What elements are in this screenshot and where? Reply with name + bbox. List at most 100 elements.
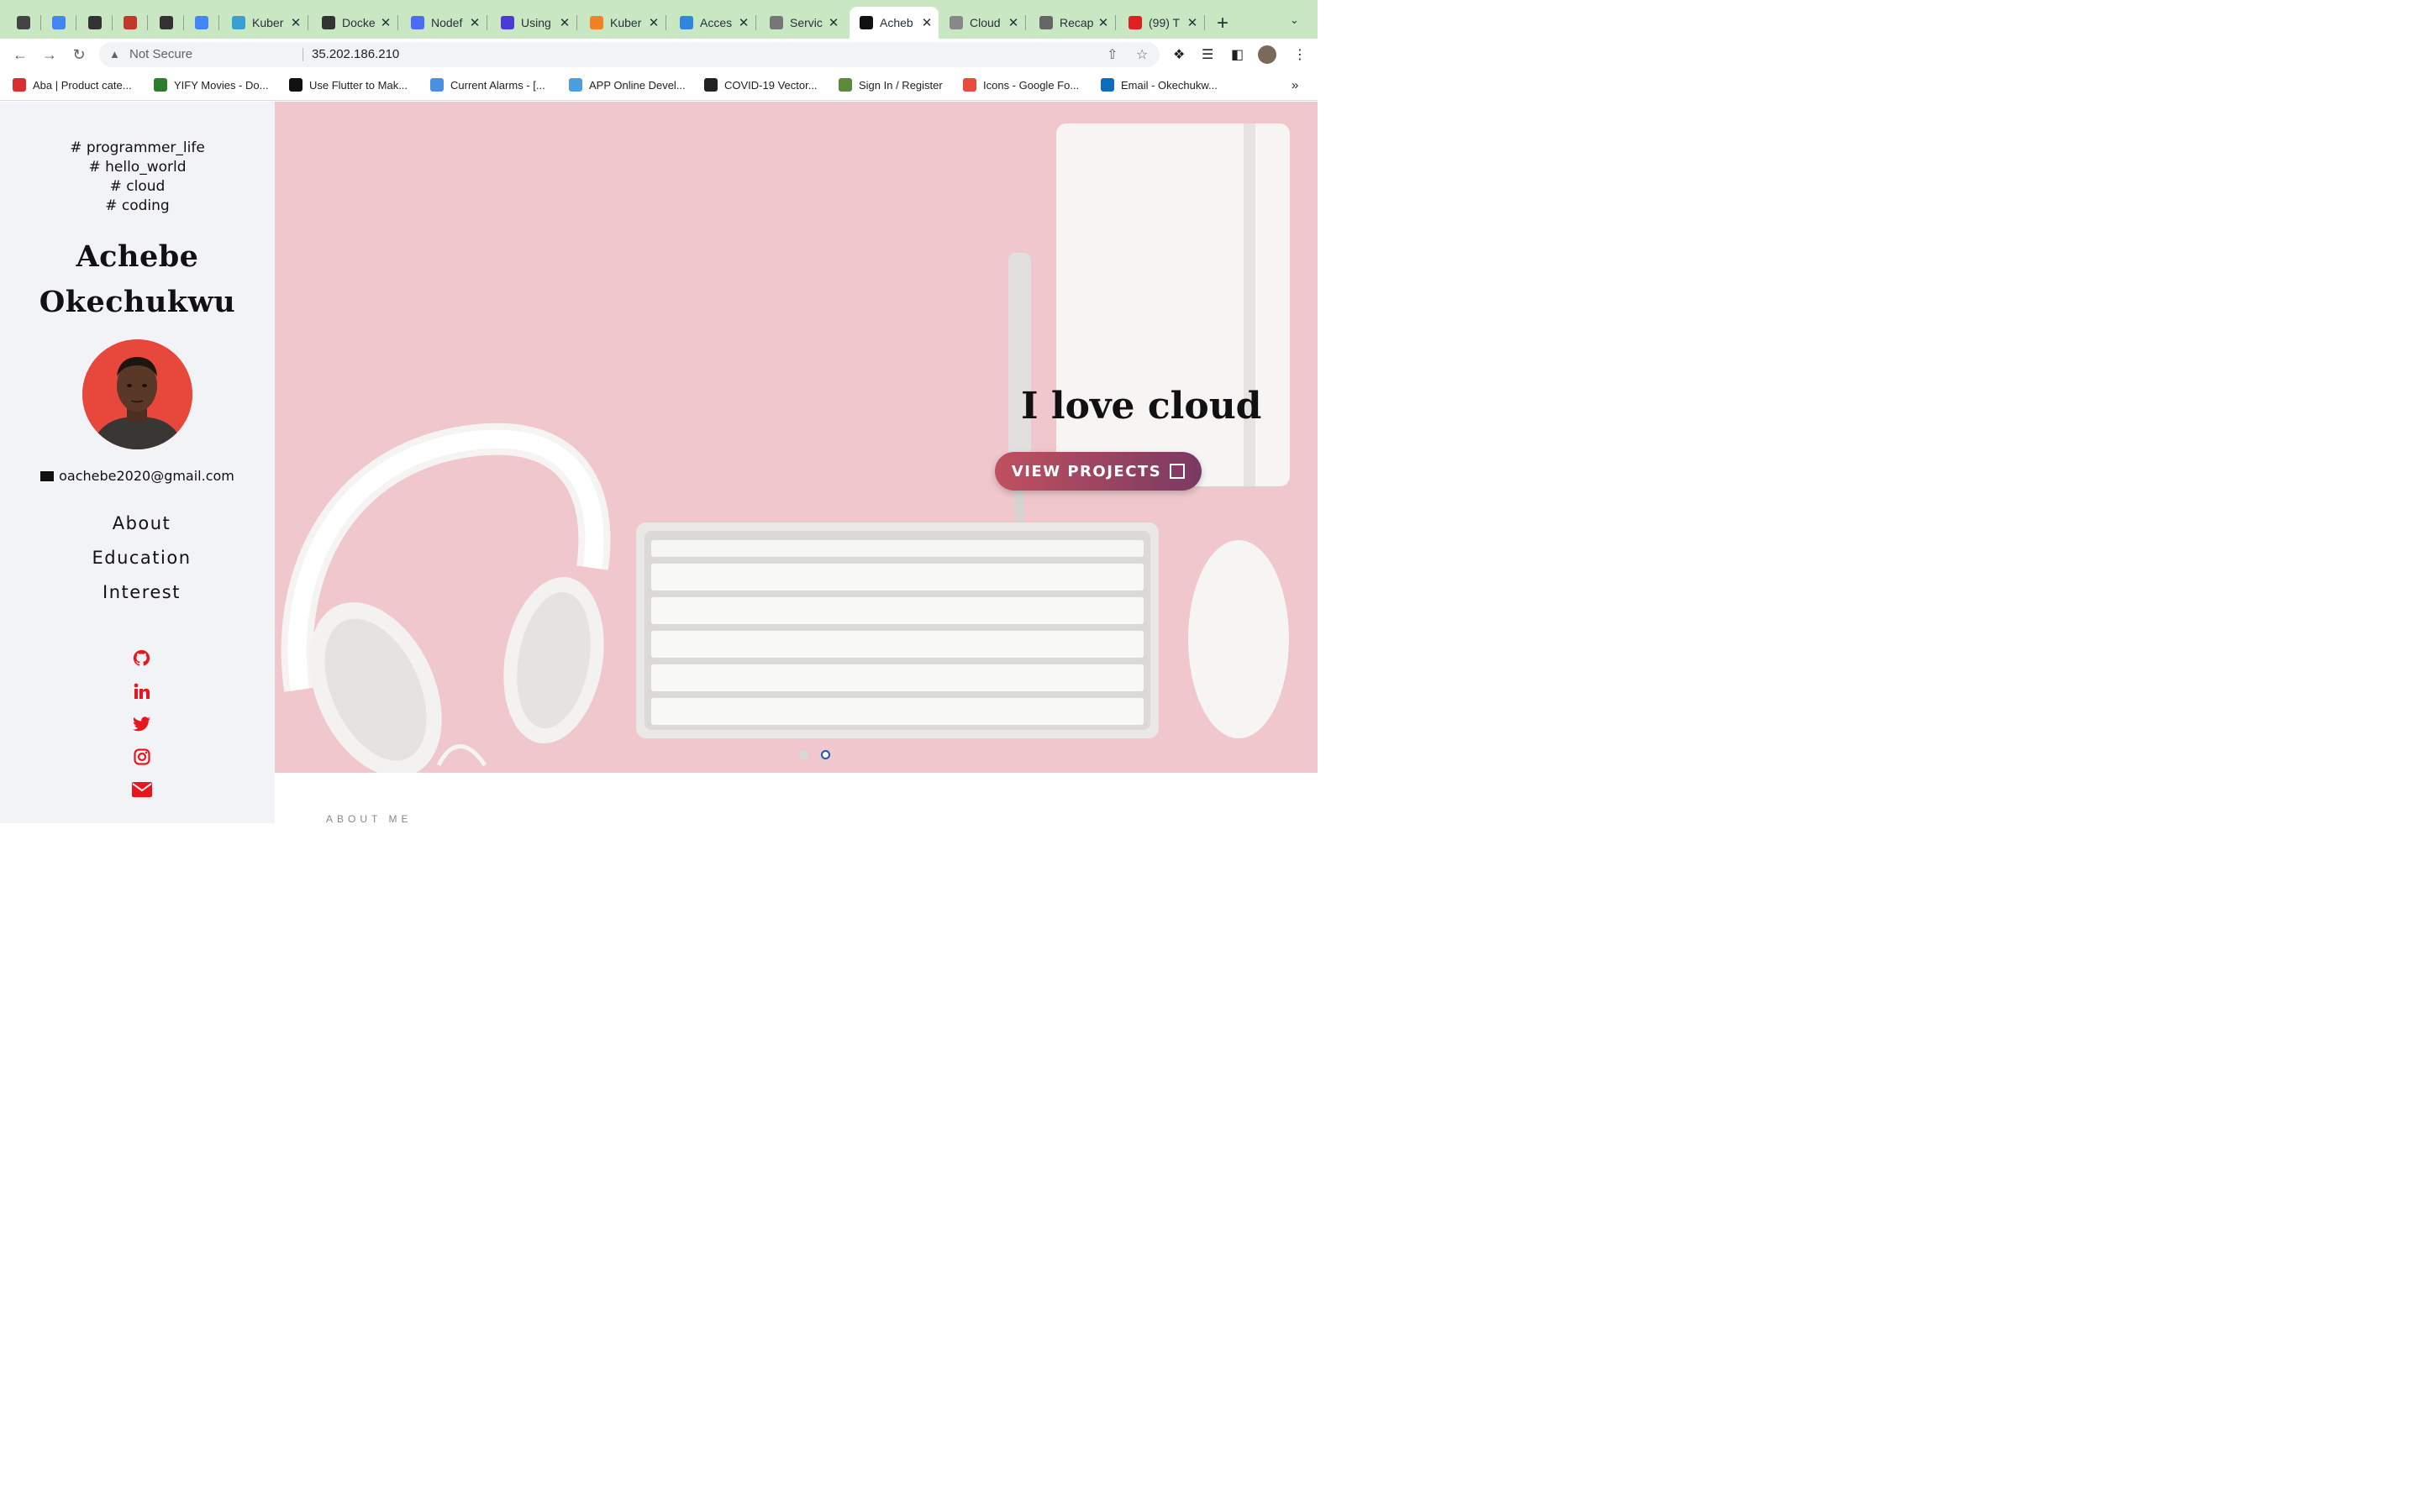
bookmark-star-icon[interactable]: ☆ — [1136, 46, 1148, 63]
tab-close-icon[interactable]: ✕ — [1097, 15, 1110, 30]
tab-close-icon[interactable]: ✕ — [827, 15, 840, 30]
bookmark-item[interactable]: Icons - Google Fo... — [963, 78, 1079, 92]
name-last: Okechukwu — [39, 285, 236, 319]
browser-tab[interactable]: Servic ✕ — [760, 7, 845, 39]
tab-close-icon[interactable]: ✕ — [379, 15, 392, 30]
twitter-icon[interactable] — [133, 715, 150, 732]
media-control-icon[interactable]: ☰ — [1202, 46, 1213, 63]
instagram-icon[interactable] — [133, 748, 150, 765]
tab-search-icon[interactable]: ⌄ — [1290, 13, 1299, 27]
about-section-label: ABOUT ME — [326, 813, 413, 825]
bookmark-favicon-icon — [154, 78, 167, 92]
bookmark-item[interactable]: Aba | Product cate... — [13, 78, 132, 92]
tab-separator — [218, 15, 219, 30]
address-bar[interactable]: ▲ Not Secure 35.202.186.210 ⇧ ☆ — [99, 42, 1160, 67]
linkedin-icon[interactable] — [133, 682, 150, 700]
tab-strip: Kuber ✕ Docke ✕ Nodef ✕ Using ✕ Kuber ✕ Acces ✕ Serv… — [0, 0, 1318, 39]
browser-tab[interactable] — [151, 7, 184, 39]
tab-separator — [183, 15, 184, 30]
bookmark-item[interactable]: Current Alarms - [... — [430, 78, 545, 92]
bookmarks-bar: Aba | Product cate... YIFY Movies - Do...… — [0, 71, 1318, 101]
tab-favicon-icon — [52, 16, 66, 29]
nav-education[interactable]: Education — [0, 545, 283, 580]
browser-tab[interactable]: Kuber ✕ — [222, 7, 308, 39]
tab-favicon-icon — [590, 16, 603, 29]
bookmarks-overflow-icon[interactable]: » — [1292, 78, 1298, 92]
url-text[interactable]: 35.202.186.210 — [312, 47, 399, 61]
contact-email[interactable]: oachebe2020@gmail.com — [0, 468, 275, 484]
tab-separator — [147, 15, 148, 30]
hashtag: # coding — [105, 197, 170, 214]
view-projects-button[interactable]: VIEW PROJECTS — [995, 452, 1202, 491]
browser-tab[interactable] — [8, 7, 41, 39]
browser-tab[interactable]: Using ✕ — [491, 7, 577, 39]
bookmark-label: Aba | Product cate... — [33, 78, 132, 92]
menu-dots-icon[interactable]: ⋮ — [1293, 46, 1307, 63]
bookmark-favicon-icon — [430, 78, 444, 92]
bookmark-item[interactable]: APP Online Devel... — [569, 78, 686, 92]
projects-icon — [1170, 464, 1186, 479]
profile-avatar[interactable] — [1258, 45, 1276, 64]
browser-tab[interactable]: Nodef ✕ — [401, 7, 487, 39]
tab-close-icon[interactable]: ✕ — [289, 15, 302, 30]
tab-title: Using — [521, 16, 551, 29]
tab-title: Docke — [342, 16, 376, 29]
hero-carousel: I love cloud VIEW PROJECTS — [275, 102, 1318, 773]
new-tab-icon[interactable]: + — [1217, 12, 1228, 35]
bookmark-item[interactable]: Use Flutter to Mak... — [289, 78, 408, 92]
nav-about[interactable]: About — [0, 511, 283, 545]
browser-tab[interactable] — [80, 7, 113, 39]
bookmark-favicon-icon — [839, 78, 852, 92]
tab-close-icon[interactable]: ✕ — [647, 15, 660, 30]
tab-title: Kuber — [252, 16, 284, 29]
bookmark-label: YIFY Movies - Do... — [174, 78, 269, 92]
address-divider — [302, 48, 303, 61]
hashtag-list: # programmer_life # hello_world # cloud … — [0, 139, 275, 216]
reload-icon[interactable]: ↻ — [68, 44, 90, 66]
carousel-dot-1[interactable] — [799, 750, 808, 759]
bookmark-label: COVID-19 Vector... — [724, 78, 818, 92]
tab-close-icon[interactable]: ✕ — [1186, 15, 1199, 30]
carousel-dot-2[interactable] — [821, 750, 830, 759]
browser-tab[interactable] — [44, 7, 76, 39]
nav-interest[interactable]: Interest — [0, 580, 283, 614]
side-panel-icon[interactable]: ◧ — [1231, 46, 1244, 63]
tab-favicon-icon — [1128, 16, 1142, 29]
tab-favicon-icon — [501, 16, 514, 29]
bookmark-item[interactable]: Sign In / Register — [839, 78, 943, 92]
email-text: oachebe2020@gmail.com — [59, 468, 234, 484]
share-icon[interactable]: ⇧ — [1107, 46, 1118, 63]
tab-close-icon[interactable]: ✕ — [1007, 15, 1020, 30]
browser-tab[interactable]: Kuber ✕ — [580, 7, 666, 39]
browser-tab[interactable]: Acheb ✕ — [850, 7, 939, 39]
bookmark-label: Email - Okechukw... — [1121, 78, 1218, 92]
tab-close-icon[interactable]: ✕ — [920, 15, 934, 30]
tab-close-icon[interactable]: ✕ — [558, 15, 571, 30]
browser-tab[interactable]: Recap ✕ — [1029, 7, 1116, 39]
github-icon[interactable] — [133, 649, 150, 667]
bookmark-label: Sign In / Register — [859, 78, 943, 92]
tab-separator — [576, 15, 577, 30]
browser-tab[interactable]: Cloud ✕ — [939, 7, 1026, 39]
site-owner-name[interactable]: Achebe Okechukwu — [0, 234, 275, 325]
envelope-icon — [40, 471, 55, 481]
bookmark-item[interactable]: COVID-19 Vector... — [704, 78, 818, 92]
browser-tab[interactable] — [115, 7, 148, 39]
hero-title: I love cloud — [1021, 385, 1262, 428]
tab-separator — [40, 15, 41, 30]
tab-close-icon[interactable]: ✕ — [468, 15, 481, 30]
tab-close-icon[interactable]: ✕ — [737, 15, 750, 30]
bookmark-item[interactable]: Email - Okechukw... — [1101, 78, 1218, 92]
mail-icon[interactable] — [131, 780, 152, 798]
forward-icon[interactable]: → — [39, 44, 60, 66]
bookmark-favicon-icon — [289, 78, 302, 92]
bookmark-item[interactable]: YIFY Movies - Do... — [154, 78, 268, 92]
browser-tab[interactable]: (99) T ✕ — [1118, 7, 1205, 39]
browser-tab[interactable]: Acces ✕ — [670, 7, 756, 39]
sidebar: # programmer_life # hello_world # cloud … — [0, 102, 275, 823]
tab-separator — [397, 15, 398, 30]
back-icon[interactable]: ← — [9, 44, 31, 66]
browser-tab[interactable]: Docke ✕ — [312, 7, 398, 39]
extensions-icon[interactable]: ❖ — [1173, 46, 1185, 63]
browser-tab[interactable] — [187, 7, 219, 39]
